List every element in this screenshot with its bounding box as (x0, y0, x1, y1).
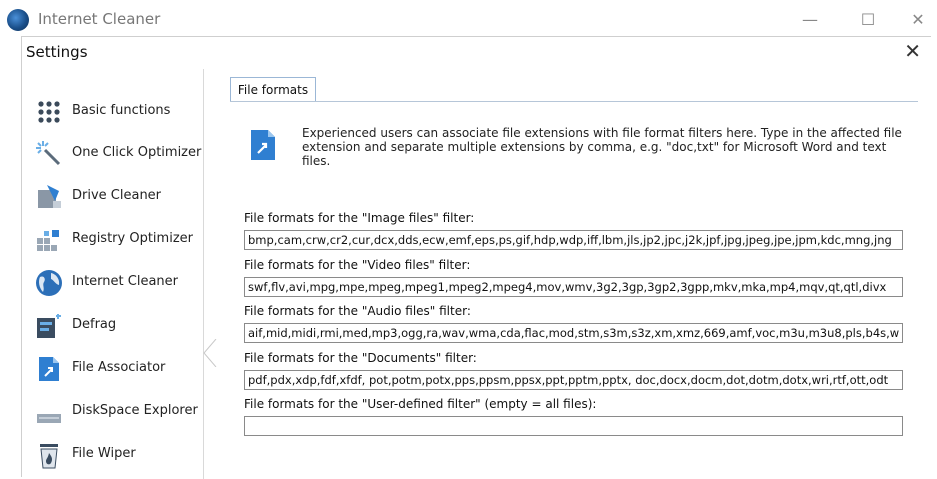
image-formats-label: File formats for the "Image files" filte… (244, 211, 475, 225)
app-titlebar: Internet Cleaner — ☐ ✕ (0, 0, 937, 40)
active-item-indicator (203, 339, 217, 367)
video-formats-input[interactable] (244, 277, 903, 297)
sidebar-item-label: Defrag (72, 317, 117, 332)
sidebar-item-label: Registry Optimizer (72, 231, 193, 246)
settings-sidebar: Basic functions One Click Optimizer Driv… (22, 69, 204, 479)
globe-icon (34, 268, 64, 298)
sidebar-item-registry-optimizer[interactable]: Registry Optimizer (22, 219, 202, 261)
audio-formats-input[interactable] (244, 323, 903, 343)
maximize-button[interactable]: ☐ (848, 6, 888, 34)
disk-icon (34, 397, 64, 427)
trash-flame-icon (34, 440, 64, 470)
user-defined-formats-label: File formats for the "User-defined filte… (244, 397, 597, 411)
info-description: Experienced users can associate file ext… (302, 126, 902, 168)
sidebar-item-file-associator[interactable]: File Associator (22, 348, 202, 390)
registry-blocks-icon (34, 225, 64, 255)
grid-dots-icon (34, 97, 64, 127)
document-formats-input[interactable] (244, 370, 903, 390)
audio-formats-label: File formats for the "Audio files" filte… (244, 304, 471, 318)
dialog-title: Settings (26, 43, 88, 61)
dialog-header: Settings ✕ (22, 37, 931, 69)
dialog-close-button[interactable]: ✕ (904, 39, 921, 63)
document-formats-label: File formats for the "Documents" filter: (244, 351, 477, 365)
video-formats-label: File formats for the "Video files" filte… (244, 258, 471, 272)
sidebar-item-one-click-optimizer[interactable]: One Click Optimizer (22, 133, 202, 175)
settings-dialog: Settings ✕ Basic functions One Click Opt… (21, 36, 931, 479)
tab-file-formats[interactable]: File formats (230, 77, 316, 102)
sidebar-item-label: Basic functions (72, 103, 171, 118)
sidebar-item-drive-cleaner[interactable]: Drive Cleaner (22, 176, 202, 218)
drive-cleaner-icon (34, 182, 64, 212)
sidebar-item-label: Drive Cleaner (72, 188, 162, 203)
sidebar-item-label: One Click Optimizer (72, 145, 202, 160)
file-associator-icon (250, 129, 276, 165)
sidebar-item-diskspace-explorer[interactable]: DiskSpace Explorer (22, 391, 202, 433)
tab-underline (230, 101, 918, 102)
sidebar-item-label: File Wiper (72, 446, 136, 461)
image-formats-input[interactable] (244, 230, 903, 250)
app-title: Internet Cleaner (38, 10, 161, 28)
minimize-button[interactable]: — (790, 6, 830, 34)
defrag-icon (34, 311, 64, 341)
sidebar-item-label: Internet Cleaner (72, 274, 178, 289)
sidebar-item-basic-functions[interactable]: Basic functions (22, 91, 202, 133)
file-associator-icon (34, 354, 64, 384)
sidebar-item-file-wiper[interactable]: File Wiper (22, 434, 202, 476)
app-logo-icon (7, 9, 29, 31)
magic-wand-icon (34, 139, 64, 169)
user-defined-formats-input[interactable] (244, 416, 903, 436)
sidebar-item-label: DiskSpace Explorer (72, 403, 198, 418)
sidebar-item-label: File Associator (72, 360, 166, 375)
window-close-button[interactable]: ✕ (898, 6, 937, 34)
sidebar-item-internet-cleaner[interactable]: Internet Cleaner (22, 262, 202, 304)
sidebar-item-defrag[interactable]: Defrag (22, 305, 202, 347)
